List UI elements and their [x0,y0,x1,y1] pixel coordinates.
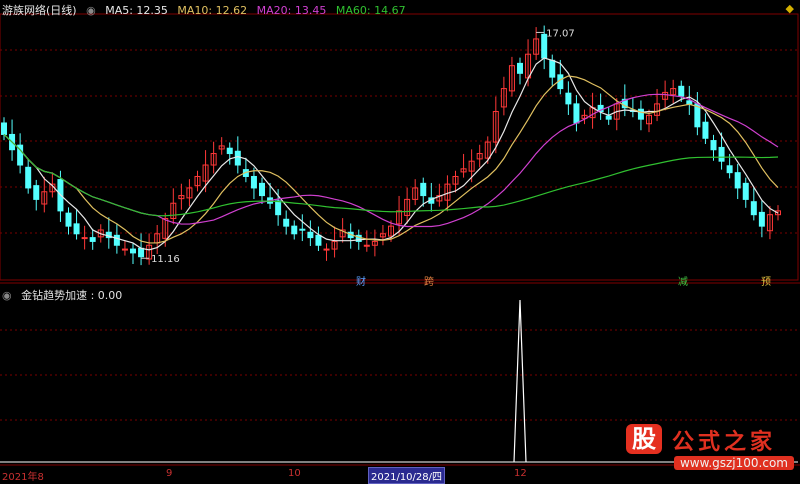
candle-body [130,248,136,254]
ma10-label: MA10: 12.62 [177,4,248,17]
candle-body [605,115,612,120]
candle-body [726,165,733,174]
x-tick-label: 10 [288,468,301,479]
candle-body [81,237,88,240]
candle-body [758,211,765,227]
ma5-label: MA5: 12.35 [105,4,168,17]
candle-body [89,237,96,242]
high-price-label: 17.07 [546,28,575,39]
candle-body [234,150,241,166]
candle-body [25,166,32,189]
candle-body [275,200,282,216]
candle-body [573,103,580,124]
candle-body [742,182,749,200]
chart-header: 游族网络(日线) ◉ MA5: 12.35 MA10: 12.62 MA20: … [2,2,412,18]
settings-icon[interactable]: ◉ [86,4,96,17]
indicator-label: 金钻趋势加速 : 0.00 [21,289,123,302]
candle-body [315,234,322,246]
candle-body [549,59,556,78]
x-cursor-date: 2021/10/28/四 [368,467,446,484]
candle-body [420,182,427,197]
chart-menu-icon[interactable]: ◆ [786,2,794,15]
candle-body [734,172,741,189]
watermark-url: www.gszj100.com [673,456,794,470]
candle-body [750,201,757,216]
candle-body [226,147,233,155]
ma60-line [3,134,779,217]
candle-body [291,225,298,235]
event-tag[interactable]: 跨 [424,273,434,288]
candle-body [250,175,257,189]
candle-body [565,92,572,105]
candle-body [678,85,685,97]
candle-body [73,223,80,235]
candle-body [517,62,523,74]
candle-body [1,122,7,135]
x-tick-label: 12 [514,468,527,479]
event-tag[interactable]: 减 [678,273,688,288]
watermark-logo: 股 公式之家 www.gszj100.com [625,424,794,470]
event-tag[interactable]: 预 [761,273,771,288]
ma60-label: MA60: 14.67 [335,4,406,17]
candle-body [299,228,306,231]
candle-body [113,234,120,246]
kline-chart: 17.07 11.16 [0,13,800,466]
candle-body [65,212,72,227]
indicator-line [513,299,527,463]
stock-name[interactable]: 游族网络(日线) [2,4,77,17]
candle-body [33,185,40,200]
ma10-line [3,75,779,244]
candle-body [710,140,717,151]
candle-body [686,100,693,105]
candle-body [283,218,290,227]
candle-body [323,248,330,251]
candle-body [637,108,644,120]
candle-body [138,247,145,258]
watermark-name: 公式之家 [671,429,776,455]
candle-body [307,231,314,239]
indicator-settings-icon[interactable]: ◉ [2,289,12,302]
low-price-label: 11.16 [151,254,180,265]
x-tick-label: 9 [166,468,173,479]
candle-body [702,121,709,139]
candle-body [718,146,725,162]
watermark-badge: 股 [625,424,662,454]
candle-body [121,248,128,251]
event-tag[interactable]: 财 [356,273,366,288]
candle-body [259,182,265,197]
ma20-label: MA20: 13.45 [256,4,327,17]
indicator-header: ◉ 金钻趋势加速 : 0.00 [2,287,128,303]
candle-body [363,244,370,247]
